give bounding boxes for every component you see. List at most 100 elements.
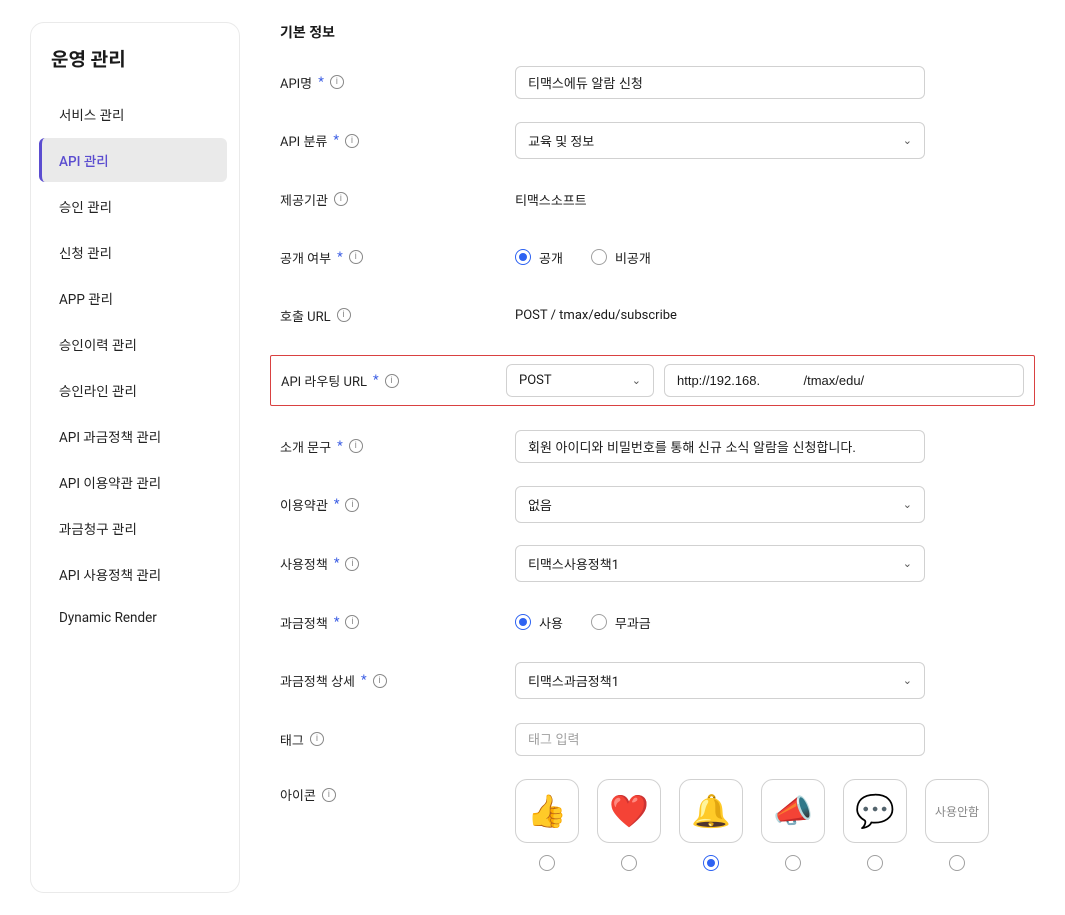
select-routing-method[interactable]: POST ⌄ [506, 364, 654, 397]
sidebar-item-approval-history[interactable]: 승인이력 관리 [39, 322, 227, 366]
sidebar-item-usage-policy[interactable]: API 사용정책 관리 [39, 552, 227, 596]
required-marker: * [337, 439, 343, 454]
radio-circle-icon [591, 614, 607, 630]
input-tag[interactable] [515, 723, 925, 756]
info-icon[interactable]: i [322, 788, 336, 802]
radio-icon-thumbsup[interactable] [539, 855, 555, 871]
icon-option-thumbsup: 👍 [515, 779, 579, 871]
row-tag: 태그 i [280, 721, 1035, 757]
bell-icon[interactable]: 🔔 [679, 779, 743, 843]
select-terms[interactable]: 없음 ⌄ [515, 486, 925, 523]
sidebar-item-app[interactable]: APP 관리 [39, 276, 227, 320]
sidebar-item-approval[interactable]: 승인 관리 [39, 184, 227, 228]
sidebar-item-request[interactable]: 신청 관리 [39, 230, 227, 274]
row-api-category: API 분류 * i 교육 및 정보 ⌄ [280, 122, 1035, 159]
radio-public-yes[interactable]: 공개 [515, 248, 563, 267]
label-billing: 과금정책 * i [280, 613, 515, 632]
row-provider: 제공기관 i 티맥스소프트 [280, 181, 1035, 217]
required-marker: * [318, 75, 324, 90]
label-api-category: API 분류 * i [280, 131, 515, 150]
sidebar-items: 서비스 관리 API 관리 승인 관리 신청 관리 APP 관리 승인이력 관리… [31, 92, 239, 638]
row-public: 공개 여부 * i 공개 비공개 [280, 239, 1035, 275]
label-routing-url: API 라우팅 URL * i [281, 371, 506, 390]
sidebar-item-api[interactable]: API 관리 [39, 138, 227, 182]
info-icon[interactable]: i [345, 498, 359, 512]
info-icon[interactable]: i [310, 732, 324, 746]
row-usage-policy: 사용정책 * i 티맥스사용정책1 ⌄ [280, 545, 1035, 582]
input-api-name[interactable] [515, 66, 925, 99]
label-usage-policy: 사용정책 * i [280, 554, 515, 573]
sidebar-item-terms[interactable]: API 이용약관 관리 [39, 460, 227, 504]
required-marker: * [334, 556, 340, 571]
label-tag: 태그 i [280, 730, 515, 749]
sidebar-item-service[interactable]: 서비스 관리 [39, 92, 227, 136]
radio-billing-use[interactable]: 사용 [515, 613, 563, 632]
sidebar-item-approval-line[interactable]: 승인라인 관리 [39, 368, 227, 412]
label-terms: 이용약관 * i [280, 495, 515, 514]
row-api-name: API명 * i [280, 64, 1035, 100]
info-icon[interactable]: i [345, 134, 359, 148]
label-billing-detail: 과금정책 상세 * i [280, 671, 515, 690]
info-icon[interactable]: i [345, 557, 359, 571]
info-icon[interactable]: i [385, 374, 399, 388]
info-icon[interactable]: i [349, 439, 363, 453]
info-icon[interactable]: i [330, 75, 344, 89]
radio-icon-bell[interactable] [703, 855, 719, 871]
icon-option-none: 사용안함 [925, 779, 989, 871]
select-usage-policy[interactable]: 티맥스사용정책1 ⌄ [515, 545, 925, 582]
icon-option-bell: 🔔 [679, 779, 743, 871]
required-marker: * [337, 250, 343, 265]
info-icon[interactable]: i [345, 615, 359, 629]
chevron-down-icon: ⌄ [903, 498, 912, 511]
label-public: 공개 여부 * i [280, 248, 515, 267]
info-icon[interactable]: i [373, 674, 387, 688]
row-call-url: 호출 URL i POST / tmax/edu/subscribe [280, 297, 1035, 333]
sidebar-item-billing-claim[interactable]: 과금청구 관리 [39, 506, 227, 550]
icon-option-megaphone: 📣 [761, 779, 825, 871]
value-provider: 티맥스소프트 [515, 190, 587, 209]
info-icon[interactable]: i [334, 192, 348, 206]
chat-icon[interactable]: 💬 [843, 779, 907, 843]
label-call-url: 호출 URL i [280, 306, 515, 325]
radio-icon-chat[interactable] [867, 855, 883, 871]
radio-icon-megaphone[interactable] [785, 855, 801, 871]
required-marker: * [334, 615, 340, 630]
row-billing-detail: 과금정책 상세 * i 티맥스과금정책1 ⌄ [280, 662, 1035, 699]
icon-option-chat: 💬 [843, 779, 907, 871]
icon-option-heart: ❤️ [597, 779, 661, 871]
required-marker: * [373, 373, 379, 388]
label-api-name: API명 * i [280, 73, 515, 92]
megaphone-icon[interactable]: 📣 [761, 779, 825, 843]
info-icon[interactable]: i [337, 308, 351, 322]
heart-icon[interactable]: ❤️ [597, 779, 661, 843]
row-intro: 소개 문구 * i [280, 428, 1035, 464]
required-marker: * [333, 133, 339, 148]
sidebar-item-dynamic-render[interactable]: Dynamic Render [39, 598, 227, 638]
row-billing: 과금정책 * i 사용 무과금 [280, 604, 1035, 640]
sidebar-title: 운영 관리 [31, 45, 239, 90]
sidebar: 운영 관리 서비스 관리 API 관리 승인 관리 신청 관리 APP 관리 승… [30, 22, 240, 893]
radio-billing-free[interactable]: 무과금 [591, 613, 651, 632]
sidebar-item-billing-policy[interactable]: API 과금정책 관리 [39, 414, 227, 458]
thumbsup-icon[interactable]: 👍 [515, 779, 579, 843]
info-icon[interactable]: i [349, 250, 363, 264]
section-title: 기본 정보 [280, 22, 1035, 42]
icon-options: 👍 ❤️ 🔔 📣 [515, 779, 989, 871]
none-icon[interactable]: 사용안함 [925, 779, 989, 843]
select-api-category[interactable]: 교육 및 정보 ⌄ [515, 122, 925, 159]
label-icon: 아이콘 i [280, 779, 515, 804]
label-intro: 소개 문구 * i [280, 437, 515, 456]
select-billing-detail[interactable]: 티맥스과금정책1 ⌄ [515, 662, 925, 699]
radio-icon-heart[interactable] [621, 855, 637, 871]
row-terms: 이용약관 * i 없음 ⌄ [280, 486, 1035, 523]
input-routing-url[interactable] [664, 364, 1024, 397]
radio-group-public: 공개 비공개 [515, 248, 651, 267]
value-call-url: POST / tmax/edu/subscribe [515, 308, 677, 323]
input-intro[interactable] [515, 430, 925, 463]
radio-icon-none[interactable] [949, 855, 965, 871]
radio-public-no[interactable]: 비공개 [591, 248, 651, 267]
required-marker: * [361, 673, 367, 688]
radio-circle-icon [591, 249, 607, 265]
chevron-down-icon: ⌄ [903, 674, 912, 687]
row-icon: 아이콘 i 👍 ❤️ 🔔 [280, 779, 1035, 871]
